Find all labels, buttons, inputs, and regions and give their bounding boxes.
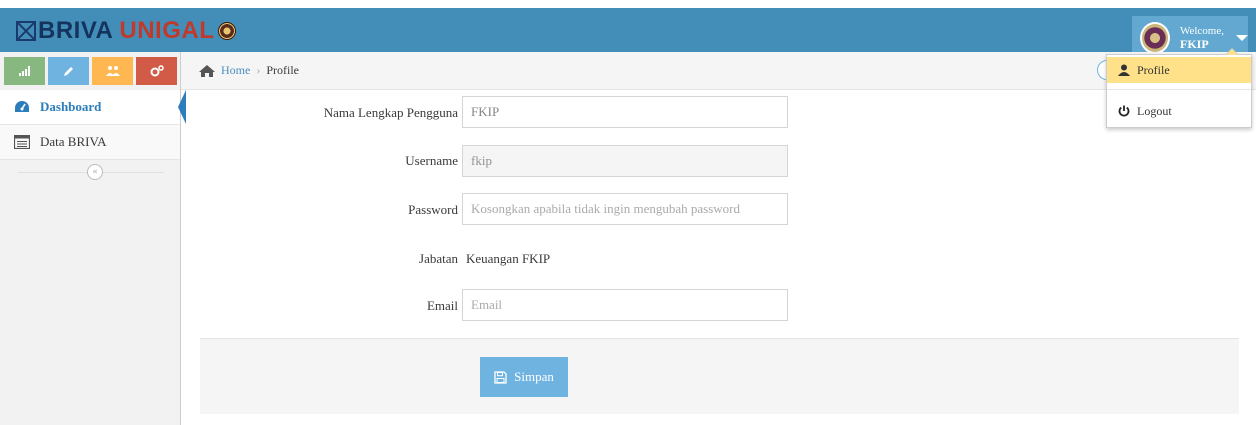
signal-icon [18,66,30,76]
active-indicator [178,90,186,124]
save-button[interactable]: Simpan [480,357,568,397]
sidebar-shortcuts [0,52,181,90]
position-value: Keuangan FKIP [466,251,551,266]
email-field[interactable]: Email [462,289,788,321]
brand-briva: BRIVA [38,17,114,44]
user-dropdown-menu: Profile Logout [1106,48,1252,128]
briva-mark-icon [16,21,36,41]
users-icon [105,66,120,76]
sidebar-item-data-briva[interactable]: Data BRIVA [0,125,180,160]
power-off-icon [1118,105,1130,117]
breadcrumb: Home › Profile [181,52,1256,90]
sidebar: Dashboard Data BRIVA « [0,90,186,425]
welcome-text: Welcome, FKIP [1180,25,1224,51]
navbar: BRIVA UNIGAL Welcome, FKIP [0,8,1256,60]
menu-item-label: Profile [1137,62,1170,77]
breadcrumb-separator: › [256,63,261,77]
collapse-sidebar-button[interactable]: « [87,164,103,180]
full-name-label: Nama Lengkap Pengguna [323,105,458,120]
sidebar-item-label: Data BRIVA [40,134,107,149]
email-label: Email [426,298,458,313]
save-button-label: Simpan [514,369,554,384]
menu-divider [1107,89,1251,90]
home-icon [199,64,215,77]
tachometer-icon [15,101,29,112]
sidebar-collapse: « [0,162,180,182]
shortcut-cogs-button[interactable] [136,57,177,85]
password-label: Password [408,202,458,217]
cogs-icon [150,65,164,77]
menu-item-profile[interactable]: Profile [1107,57,1251,83]
position-label: Jabatan [419,251,458,266]
caret-down-icon [1236,35,1248,41]
sidebar-item-dashboard[interactable]: Dashboard [0,90,186,125]
list-alt-icon [14,135,30,149]
brand-unigal: UNIGAL [119,17,215,44]
form-actions: Simpan [200,338,1239,414]
password-field[interactable]: Kosongkan apabila tidak ingin mengubah p… [462,193,788,225]
sidebar-item-label: Dashboard [40,99,102,114]
brand-logo[interactable]: BRIVA UNIGAL [16,16,237,46]
user-name: FKIP [1179,37,1209,51]
pencil-icon [63,67,73,76]
menu-item-logout[interactable]: Logout [1107,98,1251,124]
shortcut-pencil-button[interactable] [48,57,89,85]
menu-item-label: Logout [1137,103,1172,118]
top-strip [0,0,1256,8]
full-name-field[interactable]: FKIP [462,96,788,128]
university-seal-icon [218,22,237,40]
floppy-disk-icon [494,370,507,384]
user-icon [1118,64,1130,76]
username-label: Username [405,153,458,168]
shortcut-users-button[interactable] [92,57,133,85]
username-field[interactable]: fkip [462,145,788,177]
breadcrumb-home-link[interactable]: Home [221,63,250,78]
avatar [1140,22,1170,54]
breadcrumb-current: Profile [266,63,299,77]
shortcut-signal-button[interactable] [4,57,45,85]
